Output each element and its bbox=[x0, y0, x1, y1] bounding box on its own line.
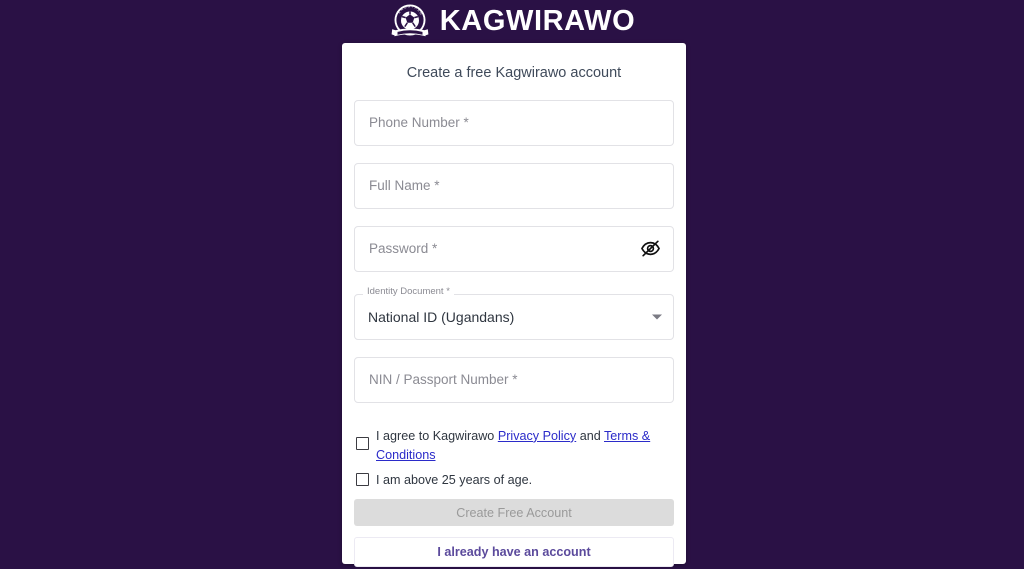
kagwirawo-crest-icon: K A G W I R A W bbox=[391, 4, 429, 36]
brand-header: K A G W I R A W KAGWIRAWO bbox=[0, 0, 1024, 43]
phone-number-placeholder: Phone Number * bbox=[369, 115, 469, 131]
privacy-policy-link[interactable]: Privacy Policy bbox=[498, 429, 576, 443]
nin-passport-number-field[interactable]: NIN / Passport Number * bbox=[354, 356, 674, 403]
terms-agreement-label: I agree to Kagwirawo Privacy Policy and … bbox=[376, 427, 674, 466]
card-title: Create a free Kagwirawo account bbox=[406, 65, 622, 81]
identity-document-value: National ID (Ugandans) bbox=[368, 308, 515, 325]
age-confirmation-row: I am above 25 years of age. bbox=[356, 471, 674, 491]
terms-agreement-prefix: I agree to Kagwirawo bbox=[376, 428, 498, 443]
full-name-field[interactable]: Full Name * bbox=[354, 162, 674, 209]
create-free-account-button[interactable]: Create Free Account bbox=[354, 499, 674, 527]
identity-document-select[interactable]: Identity Document * National ID (Ugandan… bbox=[354, 287, 674, 340]
eye-off-icon[interactable] bbox=[639, 238, 661, 260]
nin-passport-number-placeholder: NIN / Passport Number * bbox=[369, 372, 518, 388]
identity-document-label: Identity Document * bbox=[363, 287, 454, 297]
chevron-down-icon[interactable] bbox=[652, 314, 662, 320]
age-confirmation-label: I am above 25 years of age. bbox=[376, 472, 533, 487]
signup-page: K A G W I R A W KAGWIRAWO Create a free … bbox=[0, 0, 1024, 569]
password-field[interactable]: Password * bbox=[354, 225, 674, 272]
phone-number-field[interactable]: Phone Number * bbox=[354, 99, 674, 146]
password-placeholder: Password * bbox=[369, 241, 438, 257]
signup-card: Create a free Kagwirawo account Phone Nu… bbox=[342, 43, 686, 568]
terms-agreement-middle: and bbox=[576, 428, 604, 443]
brand-name: KAGWIRAWO bbox=[439, 5, 636, 37]
full-name-placeholder: Full Name * bbox=[369, 178, 440, 194]
agreements: I agree to Kagwirawo Privacy Policy and … bbox=[354, 427, 674, 491]
terms-agreement-checkbox[interactable] bbox=[356, 436, 369, 450]
already-have-account-button[interactable]: I already have an account bbox=[354, 537, 674, 568]
terms-agreement-row: I agree to Kagwirawo Privacy Policy and … bbox=[356, 427, 674, 466]
age-confirmation-checkbox[interactable] bbox=[356, 472, 369, 486]
